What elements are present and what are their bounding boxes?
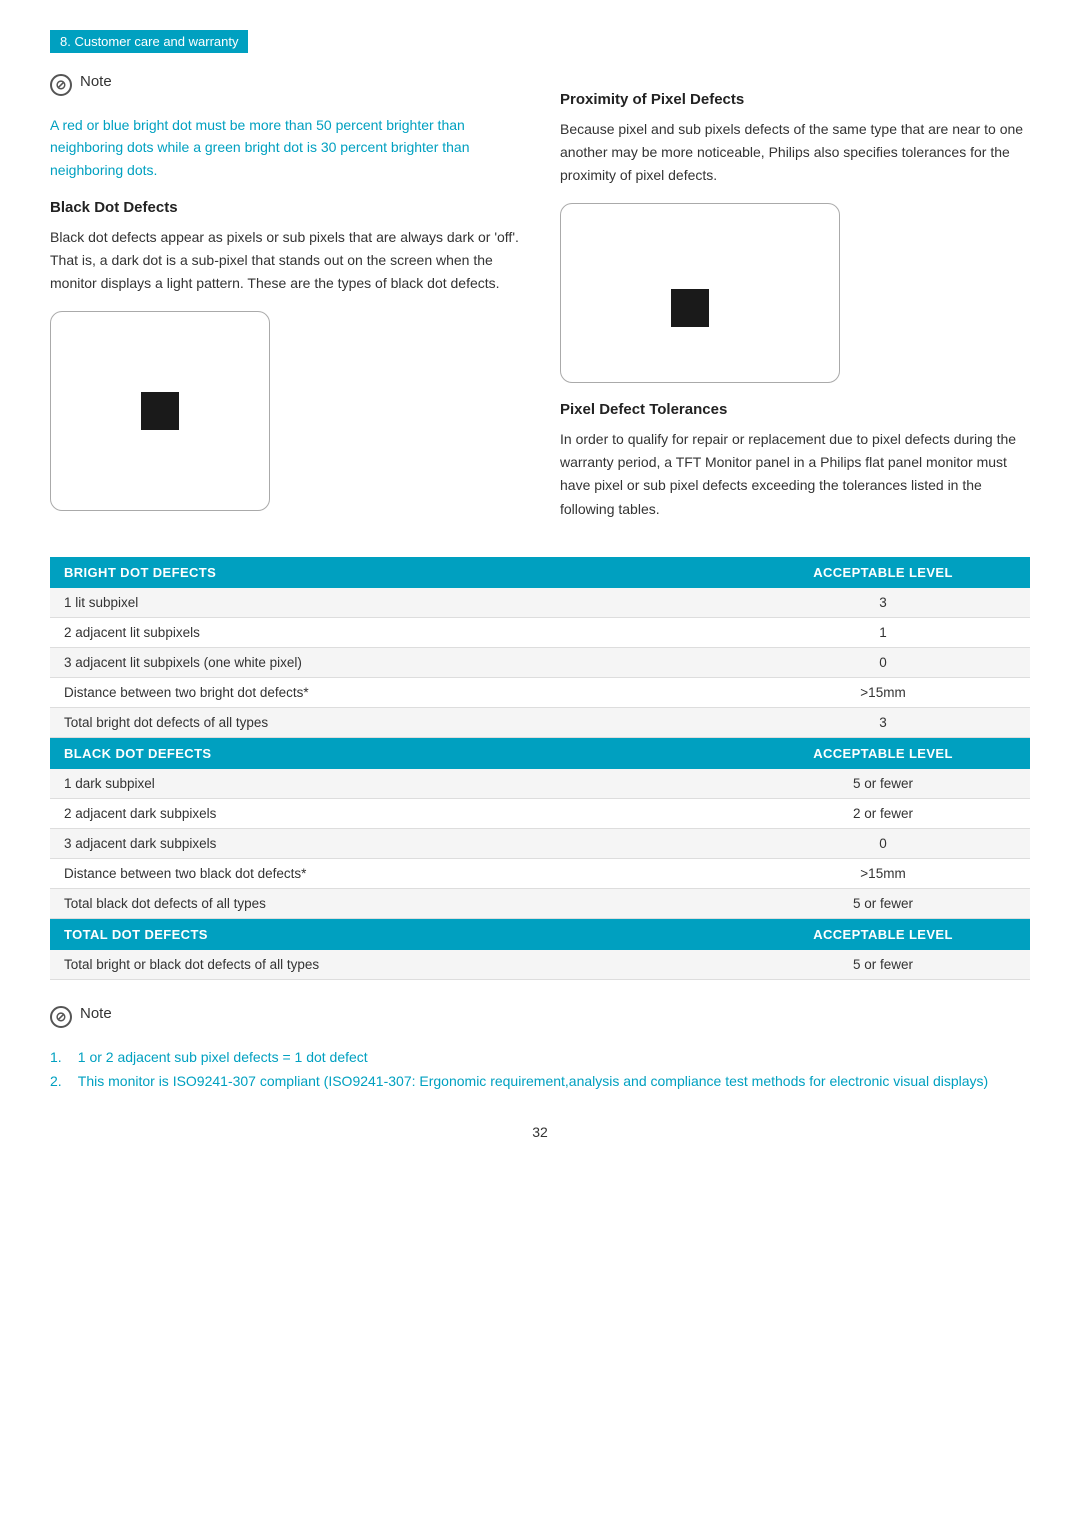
bottom-note-list: 1. 1 or 2 adjacent sub pixel defects = 1…: [50, 1046, 1030, 1094]
defect-tables: BRIGHT DOT DEFECTS ACCEPTABLE LEVEL 1 li…: [50, 557, 1030, 980]
black-dot-header-row: BLACK DOT DEFECTS ACCEPTABLE LEVEL: [50, 738, 1030, 770]
list-item: 1. 1 or 2 adjacent sub pixel defects = 1…: [50, 1046, 1030, 1070]
black-square-icon: [141, 392, 179, 430]
black-dot-body: Black dot defects appear as pixels or su…: [50, 226, 520, 295]
row-label: Total bright or black dot defects of all…: [50, 950, 736, 980]
bottom-note-icon: ⊘: [50, 1006, 72, 1028]
proximity-heading: Proximity of Pixel Defects: [560, 91, 1030, 108]
table-row: 1 lit subpixel 3: [50, 588, 1030, 618]
left-diagram: [50, 311, 270, 511]
row-value: 0: [736, 829, 1030, 859]
row-label: Total black dot defects of all types: [50, 889, 736, 919]
row-value: 5 or fewer: [736, 950, 1030, 980]
row-label: 2 adjacent lit subpixels: [50, 618, 736, 648]
row-label: 3 adjacent lit subpixels (one white pixe…: [50, 648, 736, 678]
tolerance-heading: Pixel Defect Tolerances: [560, 401, 1030, 418]
row-value: 5 or fewer: [736, 769, 1030, 799]
table-row: Distance between two black dot defects* …: [50, 859, 1030, 889]
bright-dot-header-level: ACCEPTABLE LEVEL: [736, 557, 1030, 588]
row-value: 1: [736, 618, 1030, 648]
row-label: Total bright dot defects of all types: [50, 708, 736, 738]
row-value: >15mm: [736, 859, 1030, 889]
total-dot-header-level: ACCEPTABLE LEVEL: [736, 919, 1030, 951]
row-value: >15mm: [736, 678, 1030, 708]
black-dot-header-level: ACCEPTABLE LEVEL: [736, 738, 1030, 770]
note-icon: ⊘: [50, 74, 72, 96]
list-num: 1.: [50, 1046, 62, 1070]
bottom-note-label: Note: [80, 1005, 112, 1022]
note-section: ⊘ Note: [50, 73, 520, 96]
table-row: 2 adjacent dark subpixels 2 or fewer: [50, 799, 1030, 829]
row-value: 0: [736, 648, 1030, 678]
table-row: Distance between two bright dot defects*…: [50, 678, 1030, 708]
bottom-note-header: ⊘ Note: [50, 1005, 1030, 1028]
table-row: 3 adjacent dark subpixels 0: [50, 829, 1030, 859]
row-value: 3: [736, 588, 1030, 618]
tolerance-body: In order to qualify for repair or replac…: [560, 428, 1030, 520]
black-dot-heading: Black Dot Defects: [50, 199, 520, 216]
row-label: 1 dark subpixel: [50, 769, 736, 799]
proximity-body: Because pixel and sub pixels defects of …: [560, 118, 1030, 187]
page-number: 32: [50, 1124, 1030, 1140]
bottom-note-section: ⊘ Note 1. 1 or 2 adjacent sub pixel defe…: [50, 1005, 1030, 1094]
bright-dot-header-row: BRIGHT DOT DEFECTS ACCEPTABLE LEVEL: [50, 557, 1030, 588]
table-row: 1 dark subpixel 5 or fewer: [50, 769, 1030, 799]
right-column: Proximity of Pixel Defects Because pixel…: [560, 73, 1030, 527]
note-label: Note: [80, 73, 112, 90]
bright-dot-header-label: BRIGHT DOT DEFECTS: [50, 557, 736, 588]
table-row: 3 adjacent lit subpixels (one white pixe…: [50, 648, 1030, 678]
row-value: 2 or fewer: [736, 799, 1030, 829]
list-num: 2.: [50, 1070, 62, 1094]
table-row: Total bright dot defects of all types 3: [50, 708, 1030, 738]
row-value: 3: [736, 708, 1030, 738]
list-item: 2. This monitor is ISO9241-307 compliant…: [50, 1070, 1030, 1094]
right-diagram: [560, 203, 840, 383]
total-dot-header-label: TOTAL DOT DEFECTS: [50, 919, 736, 951]
row-label: 1 lit subpixel: [50, 588, 736, 618]
table-row: 2 adjacent lit subpixels 1: [50, 618, 1030, 648]
total-dot-header-row: TOTAL DOT DEFECTS ACCEPTABLE LEVEL: [50, 919, 1030, 951]
black-square-right-icon: [671, 289, 709, 327]
row-label: Distance between two bright dot defects*: [50, 678, 736, 708]
left-column: ⊘ Note A red or blue bright dot must be …: [50, 73, 520, 527]
row-label: 3 adjacent dark subpixels: [50, 829, 736, 859]
breadcrumb: 8. Customer care and warranty: [50, 30, 248, 53]
note-text: A red or blue bright dot must be more th…: [50, 114, 520, 181]
row-value: 5 or fewer: [736, 889, 1030, 919]
row-label: 2 adjacent dark subpixels: [50, 799, 736, 829]
row-label: Distance between two black dot defects*: [50, 859, 736, 889]
table-row: Total black dot defects of all types 5 o…: [50, 889, 1030, 919]
table-row: Total bright or black dot defects of all…: [50, 950, 1030, 980]
black-dot-header-label: BLACK DOT DEFECTS: [50, 738, 736, 770]
